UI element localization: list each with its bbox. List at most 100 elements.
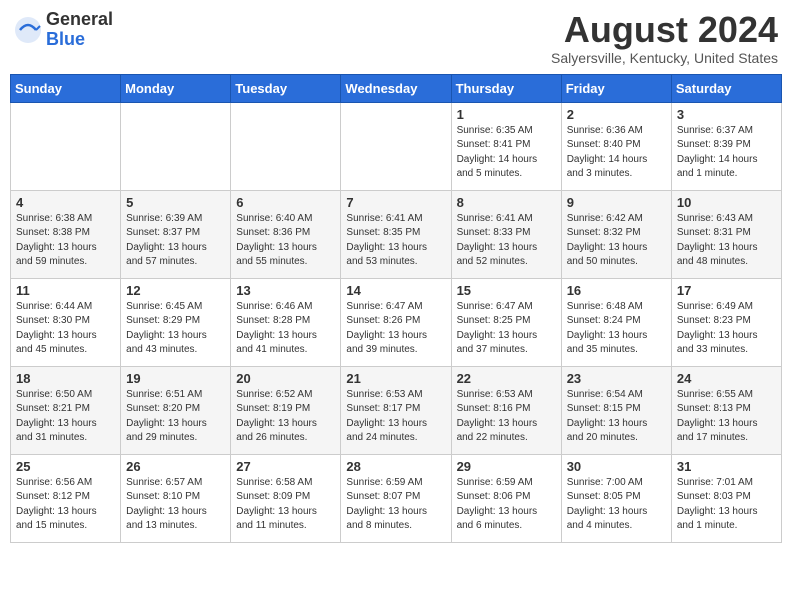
calendar-cell: 6Sunrise: 6:40 AM Sunset: 8:36 PM Daylig… xyxy=(231,190,341,278)
cell-info: Sunrise: 6:46 AM Sunset: 8:28 PM Dayligh… xyxy=(236,300,335,358)
calendar-cell: 20Sunrise: 6:52 AM Sunset: 8:19 PM Dayli… xyxy=(231,366,341,454)
header-row: SundayMondayTuesdayWednesdayThursdayFrid… xyxy=(11,74,782,102)
calendar-cell: 25Sunrise: 6:56 AM Sunset: 8:12 PM Dayli… xyxy=(11,454,121,542)
cell-info: Sunrise: 6:52 AM Sunset: 8:19 PM Dayligh… xyxy=(236,388,335,446)
cell-info: Sunrise: 6:49 AM Sunset: 8:23 PM Dayligh… xyxy=(677,300,776,358)
day-number: 3 xyxy=(677,107,776,122)
day-number: 4 xyxy=(16,195,115,210)
calendar-cell xyxy=(121,102,231,190)
day-header-friday: Friday xyxy=(561,74,671,102)
logo-blue: Blue xyxy=(46,30,113,50)
cell-info: Sunrise: 6:44 AM Sunset: 8:30 PM Dayligh… xyxy=(16,300,115,358)
cell-info: Sunrise: 6:38 AM Sunset: 8:38 PM Dayligh… xyxy=(16,212,115,270)
day-number: 24 xyxy=(677,371,776,386)
cell-info: Sunrise: 6:59 AM Sunset: 8:07 PM Dayligh… xyxy=(346,476,445,534)
calendar-cell: 7Sunrise: 6:41 AM Sunset: 8:35 PM Daylig… xyxy=(341,190,451,278)
day-number: 8 xyxy=(457,195,556,210)
cell-info: Sunrise: 6:54 AM Sunset: 8:15 PM Dayligh… xyxy=(567,388,666,446)
cell-info: Sunrise: 6:57 AM Sunset: 8:10 PM Dayligh… xyxy=(126,476,225,534)
day-number: 29 xyxy=(457,459,556,474)
cell-info: Sunrise: 6:39 AM Sunset: 8:37 PM Dayligh… xyxy=(126,212,225,270)
calendar-cell xyxy=(341,102,451,190)
cell-info: Sunrise: 6:53 AM Sunset: 8:17 PM Dayligh… xyxy=(346,388,445,446)
calendar-cell: 15 Sunrise: 6:47 AM Sunset: 8:25 PM Dayli… xyxy=(451,278,561,366)
calendar-cell: 30Sunrise: 7:00 AM Sunset: 8:05 PM Dayli… xyxy=(561,454,671,542)
day-number: 28 xyxy=(346,459,445,474)
cell-info: Sunrise: 6:47 AM Sunset: 8:26 PM Dayligh… xyxy=(346,300,445,358)
cell-info: Sunrise: 7:01 AM Sunset: 8:03 PM Dayligh… xyxy=(677,476,776,534)
logo-icon xyxy=(14,16,42,44)
calendar-cell: 17Sunrise: 6:49 AM Sunset: 8:23 PM Dayli… xyxy=(671,278,781,366)
calendar-cell: 13 Sunrise: 6:46 AM Sunset: 8:28 PM Dayli… xyxy=(231,278,341,366)
cell-info: Sunrise: 6:41 AM Sunset: 8:33 PM Dayligh… xyxy=(457,212,556,270)
calendar-cell: 19Sunrise: 6:51 AM Sunset: 8:20 PM Dayli… xyxy=(121,366,231,454)
calendar-cell: 21 Sunrise: 6:53 AM Sunset: 8:17 PM Dayli… xyxy=(341,366,451,454)
week-row-3: 11 Sunrise: 6:44 AM Sunset: 8:30 PM Dayli… xyxy=(11,278,782,366)
logo-general: General xyxy=(46,10,113,30)
day-number: 1 xyxy=(457,107,556,122)
cell-info: Sunrise: 6:45 AM Sunset: 8:29 PM Dayligh… xyxy=(126,300,225,358)
cell-info: Sunrise: 6:47 AM Sunset: 8:25 PM Dayligh… xyxy=(457,300,556,358)
day-number: 11 xyxy=(16,283,115,298)
day-header-monday: Monday xyxy=(121,74,231,102)
day-number: 15 xyxy=(457,283,556,298)
day-number: 13 xyxy=(236,283,335,298)
day-number: 16 xyxy=(567,283,666,298)
month-year-title: August 2024 xyxy=(551,10,778,50)
day-number: 6 xyxy=(236,195,335,210)
cell-info: Sunrise: 6:36 AM Sunset: 8:40 PM Dayligh… xyxy=(567,124,666,182)
day-header-tuesday: Tuesday xyxy=(231,74,341,102)
calendar-cell: 28 Sunrise: 6:59 AM Sunset: 8:07 PM Dayli… xyxy=(341,454,451,542)
calendar-cell: 31 Sunrise: 7:01 AM Sunset: 8:03 PM Dayli… xyxy=(671,454,781,542)
calendar-cell: 27 Sunrise: 6:58 AM Sunset: 8:09 PM Dayli… xyxy=(231,454,341,542)
calendar-cell: 29Sunrise: 6:59 AM Sunset: 8:06 PM Dayli… xyxy=(451,454,561,542)
location-subtitle: Salyersville, Kentucky, United States xyxy=(551,50,778,66)
cell-info: Sunrise: 6:53 AM Sunset: 8:16 PM Dayligh… xyxy=(457,388,556,446)
calendar-cell xyxy=(231,102,341,190)
day-header-sunday: Sunday xyxy=(11,74,121,102)
day-number: 26 xyxy=(126,459,225,474)
week-row-5: 25Sunrise: 6:56 AM Sunset: 8:12 PM Dayli… xyxy=(11,454,782,542)
calendar-cell: 12 Sunrise: 6:45 AM Sunset: 8:29 PM Dayli… xyxy=(121,278,231,366)
calendar-cell: 11 Sunrise: 6:44 AM Sunset: 8:30 PM Dayli… xyxy=(11,278,121,366)
calendar-cell xyxy=(11,102,121,190)
day-number: 12 xyxy=(126,283,225,298)
title-block: August 2024 Salyersville, Kentucky, Unit… xyxy=(551,10,778,66)
logo: General Blue xyxy=(14,10,113,50)
calendar-cell: 14 Sunrise: 6:47 AM Sunset: 8:26 PM Dayli… xyxy=(341,278,451,366)
day-number: 21 xyxy=(346,371,445,386)
cell-info: Sunrise: 6:35 AM Sunset: 8:41 PM Dayligh… xyxy=(457,124,556,182)
day-number: 10 xyxy=(677,195,776,210)
week-row-2: 4 Sunrise: 6:38 AM Sunset: 8:38 PM Daylig… xyxy=(11,190,782,278)
calendar-cell: 5 Sunrise: 6:39 AM Sunset: 8:37 PM Daylig… xyxy=(121,190,231,278)
calendar-cell: 16 Sunrise: 6:48 AM Sunset: 8:24 PM Dayli… xyxy=(561,278,671,366)
calendar-cell: 3Sunrise: 6:37 AM Sunset: 8:39 PM Daylig… xyxy=(671,102,781,190)
cell-info: Sunrise: 6:58 AM Sunset: 8:09 PM Dayligh… xyxy=(236,476,335,534)
calendar-cell: 22 Sunrise: 6:53 AM Sunset: 8:16 PM Dayli… xyxy=(451,366,561,454)
day-number: 2 xyxy=(567,107,666,122)
cell-info: Sunrise: 6:48 AM Sunset: 8:24 PM Dayligh… xyxy=(567,300,666,358)
day-header-saturday: Saturday xyxy=(671,74,781,102)
day-number: 9 xyxy=(567,195,666,210)
calendar-cell: 1 Sunrise: 6:35 AM Sunset: 8:41 PM Daylig… xyxy=(451,102,561,190)
cell-info: Sunrise: 6:41 AM Sunset: 8:35 PM Dayligh… xyxy=(346,212,445,270)
calendar-cell: 2 Sunrise: 6:36 AM Sunset: 8:40 PM Daylig… xyxy=(561,102,671,190)
day-number: 14 xyxy=(346,283,445,298)
calendar-cell: 9 Sunrise: 6:42 AM Sunset: 8:32 PM Daylig… xyxy=(561,190,671,278)
day-number: 27 xyxy=(236,459,335,474)
day-header-wednesday: Wednesday xyxy=(341,74,451,102)
calendar-cell: 24Sunrise: 6:55 AM Sunset: 8:13 PM Dayli… xyxy=(671,366,781,454)
cell-info: Sunrise: 6:42 AM Sunset: 8:32 PM Dayligh… xyxy=(567,212,666,270)
calendar-cell: 4 Sunrise: 6:38 AM Sunset: 8:38 PM Daylig… xyxy=(11,190,121,278)
cell-info: Sunrise: 6:50 AM Sunset: 8:21 PM Dayligh… xyxy=(16,388,115,446)
day-number: 5 xyxy=(126,195,225,210)
day-number: 18 xyxy=(16,371,115,386)
calendar-cell: 18 Sunrise: 6:50 AM Sunset: 8:21 PM Dayli… xyxy=(11,366,121,454)
week-row-1: 1 Sunrise: 6:35 AM Sunset: 8:41 PM Daylig… xyxy=(11,102,782,190)
calendar-table: SundayMondayTuesdayWednesdayThursdayFrid… xyxy=(10,74,782,543)
page-header: General Blue August 2024 Salyersville, K… xyxy=(10,10,782,66)
cell-info: Sunrise: 6:43 AM Sunset: 8:31 PM Dayligh… xyxy=(677,212,776,270)
day-number: 31 xyxy=(677,459,776,474)
day-number: 22 xyxy=(457,371,556,386)
cell-info: Sunrise: 6:51 AM Sunset: 8:20 PM Dayligh… xyxy=(126,388,225,446)
